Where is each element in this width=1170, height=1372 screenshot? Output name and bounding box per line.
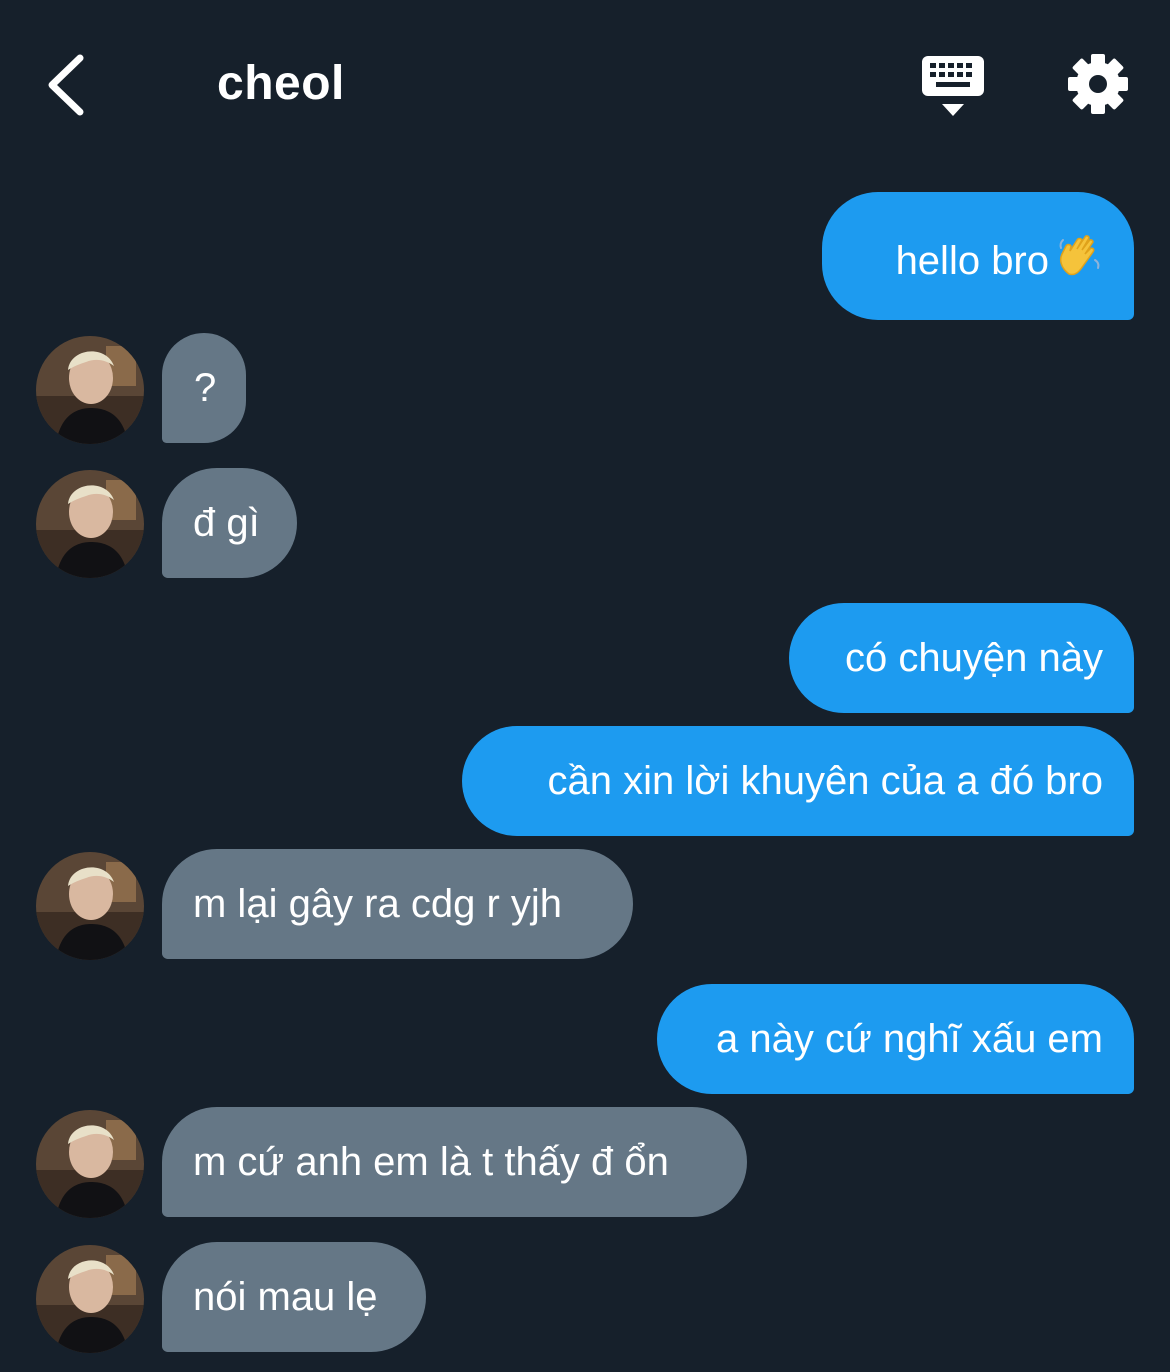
message-bubble-outgoing[interactable]: hello bro bbox=[822, 192, 1134, 320]
message-bubble-incoming[interactable]: nói mau lẹ bbox=[162, 1242, 426, 1352]
message-text: cần xin lời khuyên của a đó bro bbox=[547, 759, 1103, 803]
avatar[interactable] bbox=[36, 470, 144, 578]
message-text: có chuyện này bbox=[845, 636, 1103, 680]
keyboard-icon bbox=[922, 56, 984, 116]
message-text: đ gì bbox=[193, 501, 260, 545]
waving-hand-icon bbox=[1057, 196, 1103, 334]
avatar[interactable] bbox=[36, 1245, 144, 1353]
chevron-left-icon bbox=[48, 54, 84, 116]
message-text: m lại gây ra cdg r yjh bbox=[193, 882, 563, 926]
message-text: nói mau lẹ bbox=[193, 1275, 378, 1319]
message-bubble-outgoing[interactable]: có chuyện này bbox=[789, 603, 1134, 713]
message-bubble-incoming[interactable]: ? bbox=[162, 333, 246, 443]
message-text: ? bbox=[194, 366, 217, 410]
message-bubble-incoming[interactable]: đ gì bbox=[162, 468, 297, 578]
message-text: hello bro bbox=[895, 239, 1049, 283]
chat-header: cheol bbox=[0, 0, 1170, 170]
keyboard-button[interactable] bbox=[918, 52, 988, 120]
gear-icon bbox=[1068, 54, 1128, 114]
message-bubble-incoming[interactable]: m lại gây ra cdg r yjh bbox=[162, 849, 633, 959]
message-bubble-outgoing[interactable]: a này cứ nghĩ xấu em bbox=[657, 984, 1134, 1094]
conversation-title: cheol bbox=[217, 57, 345, 110]
back-button[interactable] bbox=[40, 50, 96, 120]
avatar[interactable] bbox=[36, 852, 144, 960]
message-bubble-outgoing[interactable]: cần xin lời khuyên của a đó bro bbox=[462, 726, 1134, 836]
avatar[interactable] bbox=[36, 1110, 144, 1218]
message-text: a này cứ nghĩ xấu em bbox=[716, 1017, 1103, 1061]
settings-button[interactable] bbox=[1064, 50, 1132, 118]
message-bubble-incoming[interactable]: m cứ anh em là t thấy đ ổn bbox=[162, 1107, 747, 1217]
avatar[interactable] bbox=[36, 336, 144, 444]
message-text: m cứ anh em là t thấy đ ổn bbox=[193, 1140, 669, 1184]
